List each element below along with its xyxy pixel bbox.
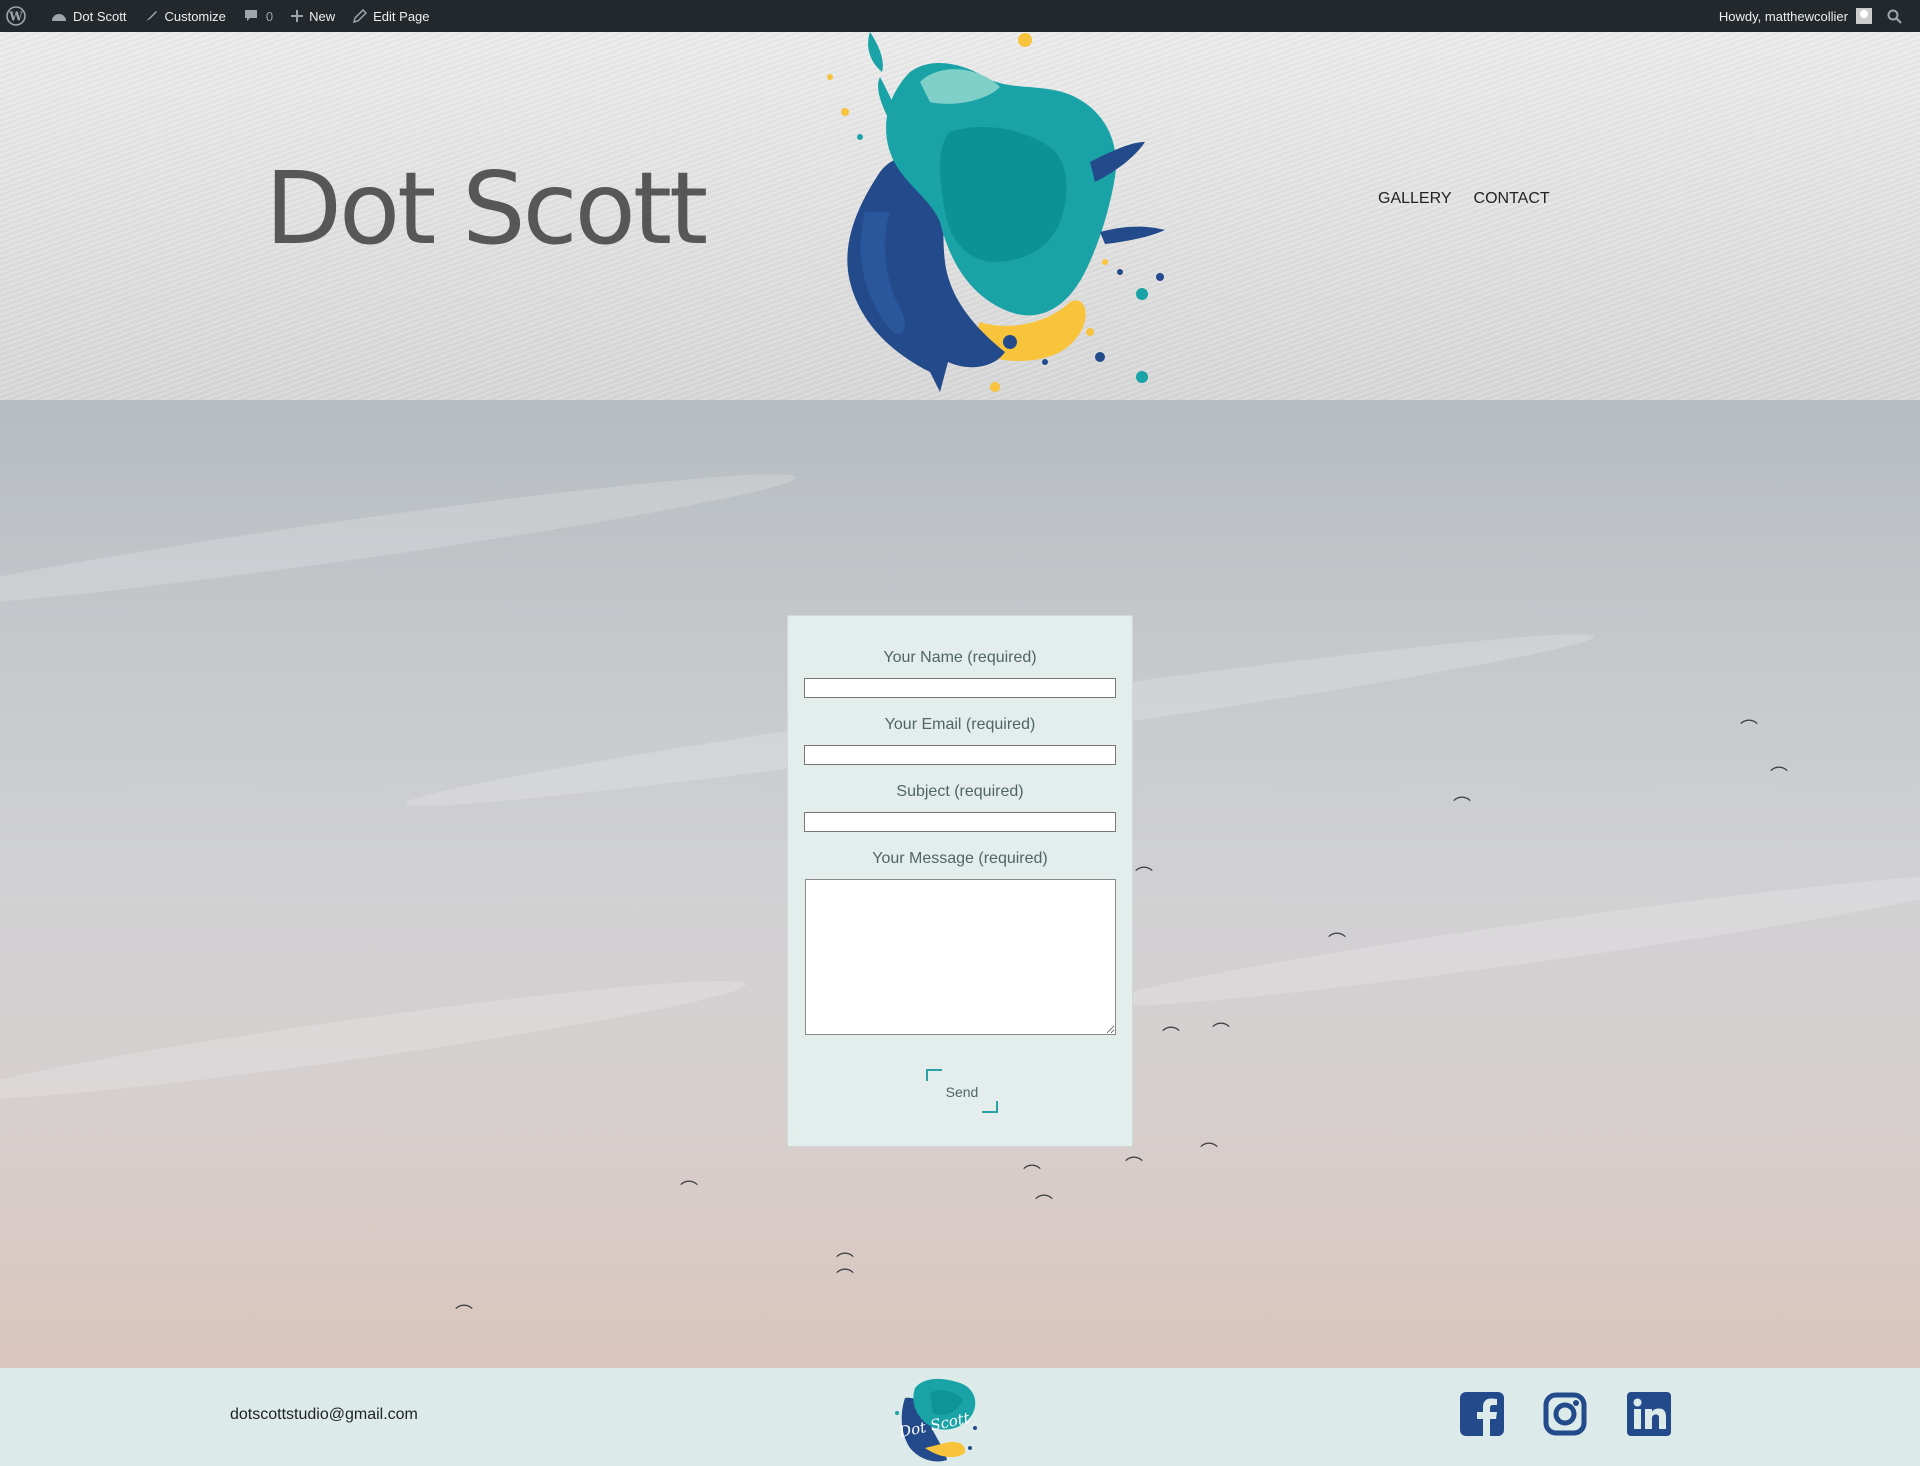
admin-site-name[interactable]: Dot Scott bbox=[42, 0, 135, 32]
linkedin-icon[interactable] bbox=[1627, 1392, 1671, 1436]
bird-icon: ⌒ bbox=[1023, 1164, 1041, 1185]
footer-email[interactable]: dotscottstudio@gmail.com bbox=[230, 1406, 418, 1424]
bird-icon: ⌒ bbox=[1212, 1022, 1230, 1043]
message-field[interactable] bbox=[805, 879, 1116, 1035]
admin-comments[interactable]: 0 bbox=[235, 0, 282, 32]
message-label: Your Message (required) bbox=[872, 850, 1048, 867]
bird-icon: ⌒ bbox=[1035, 1194, 1053, 1215]
sky-streak bbox=[1101, 857, 1920, 1023]
admin-edit-page-label: Edit Page bbox=[373, 8, 430, 24]
bird-icon: ⌒ bbox=[1162, 1026, 1180, 1047]
admin-new[interactable]: New bbox=[282, 0, 344, 32]
nav-gallery[interactable]: GALLERY bbox=[1378, 190, 1452, 208]
admin-edit-page[interactable]: Edit Page bbox=[344, 0, 438, 32]
brush-icon bbox=[146, 11, 158, 21]
send-button-label: Send bbox=[945, 1084, 979, 1100]
admin-new-label: New bbox=[309, 8, 336, 24]
sky-streak bbox=[0, 457, 799, 623]
sky-streak bbox=[0, 964, 749, 1116]
admin-search[interactable] bbox=[1881, 0, 1920, 32]
bird-icon: ⌒ bbox=[455, 1304, 473, 1325]
avatar bbox=[1856, 8, 1872, 24]
dashboard-icon bbox=[52, 14, 66, 21]
bird-icon: ⌒ bbox=[1328, 932, 1346, 953]
subject-field[interactable] bbox=[804, 812, 1116, 832]
plus-icon bbox=[291, 10, 304, 22]
admin-account[interactable]: Howdy, matthewcollier bbox=[1710, 0, 1881, 32]
bird-icon: ⌒ bbox=[1135, 866, 1153, 887]
corner-bracket bbox=[982, 1101, 998, 1113]
subject-label: Subject (required) bbox=[896, 783, 1024, 800]
bird-icon: ⌒ bbox=[1453, 796, 1471, 817]
bird-icon: ⌒ bbox=[836, 1268, 854, 1289]
name-label: Your Name (required) bbox=[883, 649, 1037, 666]
comment-icon bbox=[244, 10, 257, 21]
admin-bar: W Dot Scott Customize 0 New Edit Page Ho… bbox=[0, 0, 1920, 32]
svg-text:W: W bbox=[8, 10, 23, 24]
name-field[interactable] bbox=[804, 678, 1116, 698]
bird-icon: ⌒ bbox=[1740, 719, 1758, 740]
wordpress-logo-icon[interactable]: W bbox=[0, 0, 42, 32]
nav-contact[interactable]: CONTACT bbox=[1474, 190, 1550, 208]
bird-icon: ⌒ bbox=[1125, 1156, 1143, 1177]
send-button[interactable]: Send bbox=[926, 1069, 998, 1113]
contact-form: Your Name (required) Your Email (require… bbox=[787, 615, 1133, 1147]
admin-site-name-label: Dot Scott bbox=[73, 8, 127, 24]
bird-icon: ⌒ bbox=[680, 1180, 698, 1201]
facebook-icon[interactable] bbox=[1460, 1392, 1504, 1436]
corner-bracket bbox=[926, 1069, 942, 1081]
admin-howdy: Howdy, matthewcollier bbox=[1718, 8, 1848, 24]
email-label: Your Email (required) bbox=[884, 716, 1036, 733]
site-title[interactable]: Dot Scott bbox=[265, 150, 708, 267]
pencil-icon bbox=[353, 9, 368, 23]
admin-customize-label: Customize bbox=[164, 8, 226, 24]
site-footer: dotscottstudio@gmail.com Dot Scott bbox=[0, 1368, 1920, 1466]
main-nav: GALLERY CONTACT bbox=[1378, 190, 1550, 208]
instagram-icon[interactable] bbox=[1543, 1392, 1587, 1436]
bird-icon: ⌒ bbox=[1200, 1142, 1218, 1163]
paint-splash-logo[interactable] bbox=[770, 32, 1190, 400]
site-header: Dot Scott GALLERY CONTACT bbox=[0, 32, 1920, 400]
email-field[interactable] bbox=[804, 745, 1116, 765]
bird-icon: ⌒ bbox=[1770, 766, 1788, 787]
admin-customize[interactable]: Customize bbox=[135, 0, 234, 32]
admin-comment-count: 0 bbox=[265, 8, 274, 24]
footer-logo[interactable]: Dot Scott bbox=[885, 1368, 985, 1466]
search-icon bbox=[1887, 9, 1902, 24]
